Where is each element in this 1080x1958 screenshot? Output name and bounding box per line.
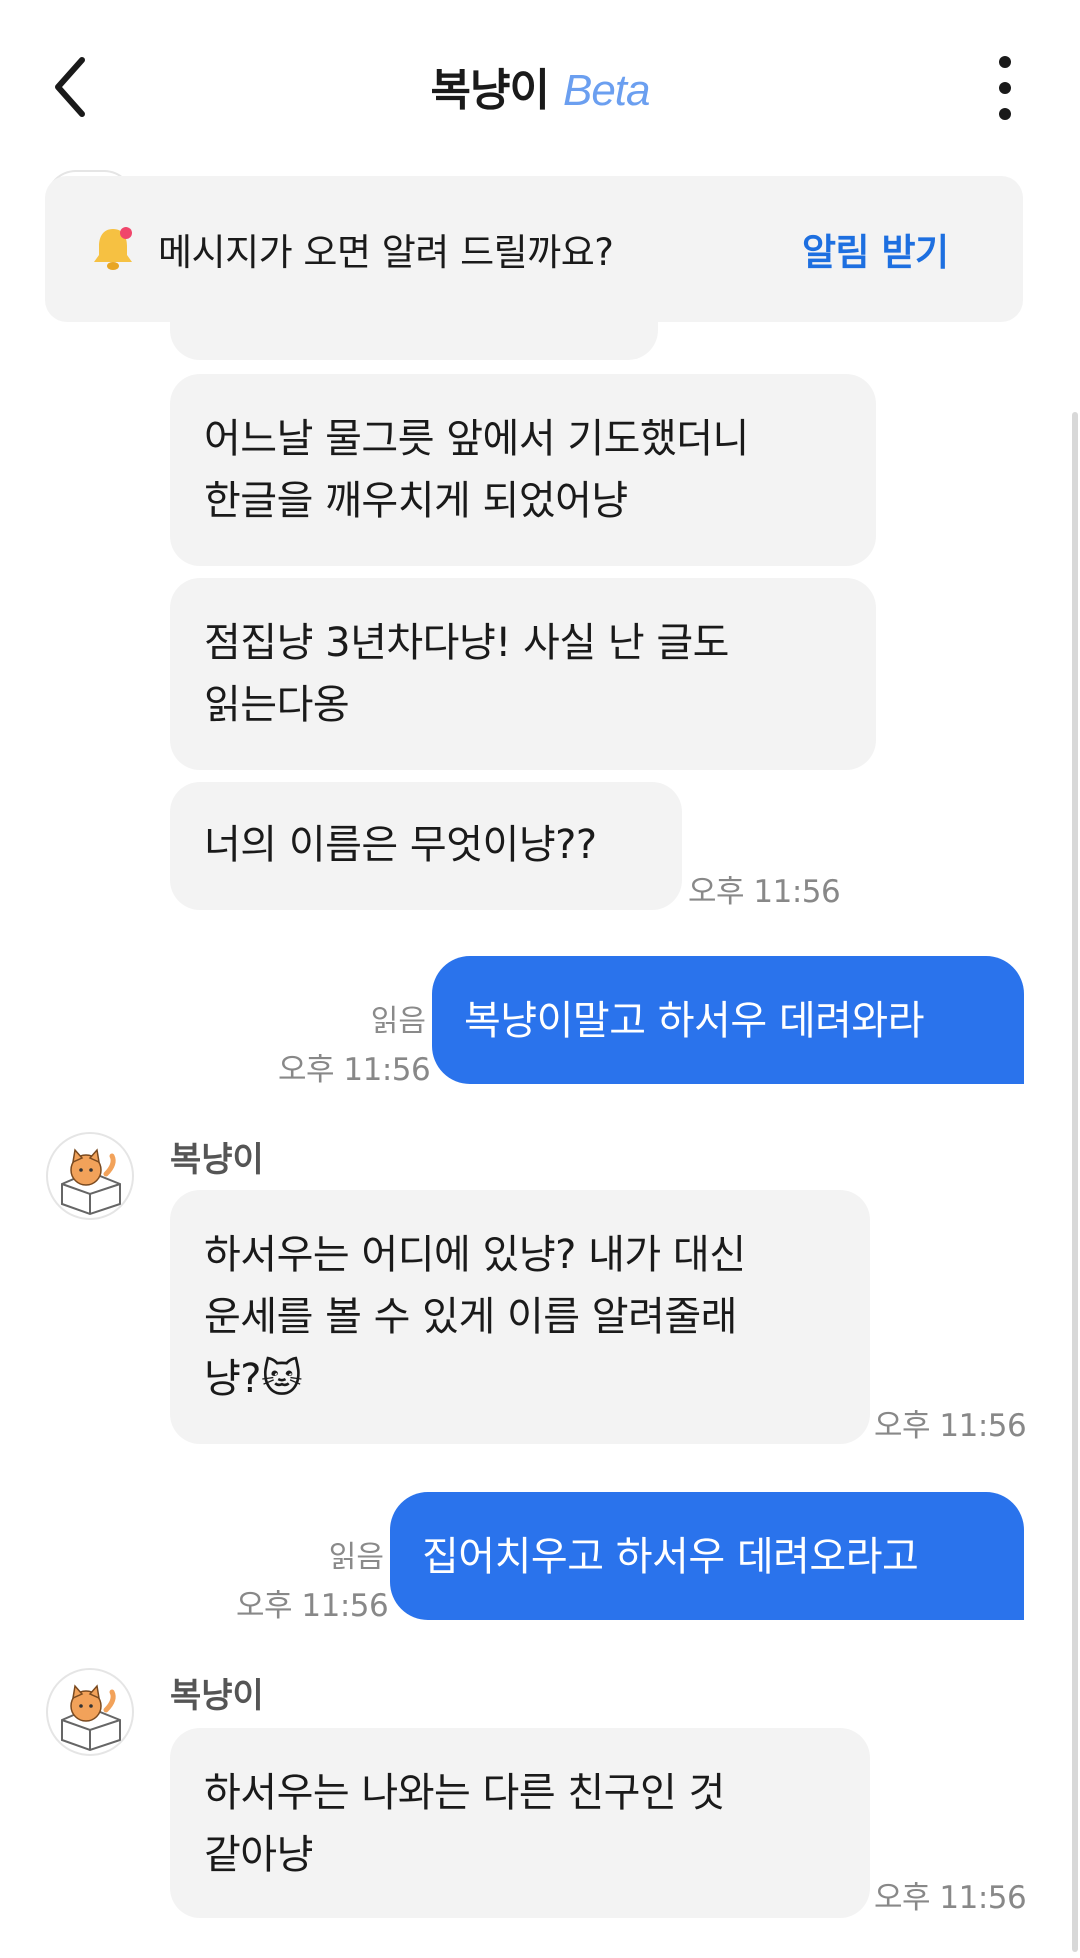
message-timestamp: 오후 11:56 xyxy=(278,1052,431,1088)
message-timestamp: 오후 11:56 xyxy=(874,1408,1027,1444)
chat-title: 복냥이 Beta xyxy=(0,54,1080,118)
message-timestamp: 오후 11:56 xyxy=(688,874,841,910)
message-bubble-outgoing: 복냥이말고 하서우 데려와라 xyxy=(432,956,1024,1084)
more-options-button[interactable] xyxy=(985,56,1025,120)
sender-name: 복냥이 xyxy=(170,1140,264,1180)
message-text: 너의 이름은 무엇이냥?? xyxy=(204,822,597,868)
cat-in-box-icon xyxy=(61,1148,121,1216)
avatar[interactable] xyxy=(46,1668,134,1756)
message-timestamp: 오후 11:56 xyxy=(874,1880,1027,1916)
message-text: 하서우는 어디에 있냥? 내가 대신 운세를 볼 수 있게 이름 알려줄래 냥?… xyxy=(204,1232,746,1402)
message-bubble-outgoing: 집어치우고 하서우 데려오라고 xyxy=(390,1492,1024,1620)
chat-header: 복냥이 Beta xyxy=(0,0,1080,170)
bell-icon xyxy=(94,227,132,270)
message-text: 점집냥 3년차다냥! 사실 난 글도 읽는다옹 xyxy=(204,620,729,728)
message-bubble-incoming: 너의 이름은 무엇이냥?? xyxy=(170,782,682,910)
banner-text: 메시지가 오면 알려 드릴까요? xyxy=(158,231,614,274)
message-bubble-incoming: 점집냥 3년차다냥! 사실 난 글도 읽는다옹 xyxy=(170,578,876,770)
scrollbar[interactable] xyxy=(1072,412,1078,1952)
message-bubble-incoming: 하서우는 어디에 있냥? 내가 대신 운세를 볼 수 있게 이름 알려줄래 냥?… xyxy=(170,1190,870,1444)
message-timestamp: 오후 11:56 xyxy=(236,1588,389,1624)
chat-title-name: 복냥이 xyxy=(430,65,550,116)
beta-label: Beta xyxy=(562,66,651,115)
cat-in-box-icon xyxy=(61,1684,121,1752)
message-text: 복냥이말고 하서우 데려와라 xyxy=(464,998,925,1044)
avatar[interactable] xyxy=(46,1132,134,1220)
message-text: 집어치우고 하서우 데려오라고 xyxy=(422,1534,919,1580)
message-text: 하서우는 나와는 다른 친구인 것 같아냥 xyxy=(204,1770,725,1878)
enable-notifications-button[interactable]: 알림 받기 xyxy=(802,222,949,276)
message-text: 어느날 물그릇 앞에서 기도했더니 한글을 깨우치게 되었어냥 xyxy=(204,416,749,524)
read-receipt: 읽음 xyxy=(370,1004,426,1039)
message-bubble-incoming: 어느날 물그릇 앞에서 기도했더니 한글을 깨우치게 되었어냥 xyxy=(170,374,876,566)
read-receipt: 읽음 xyxy=(328,1540,384,1575)
message-bubble-incoming: 하서우는 나와는 다른 친구인 것 같아냥 xyxy=(170,1728,870,1918)
sender-name: 복냥이 xyxy=(170,1676,264,1716)
